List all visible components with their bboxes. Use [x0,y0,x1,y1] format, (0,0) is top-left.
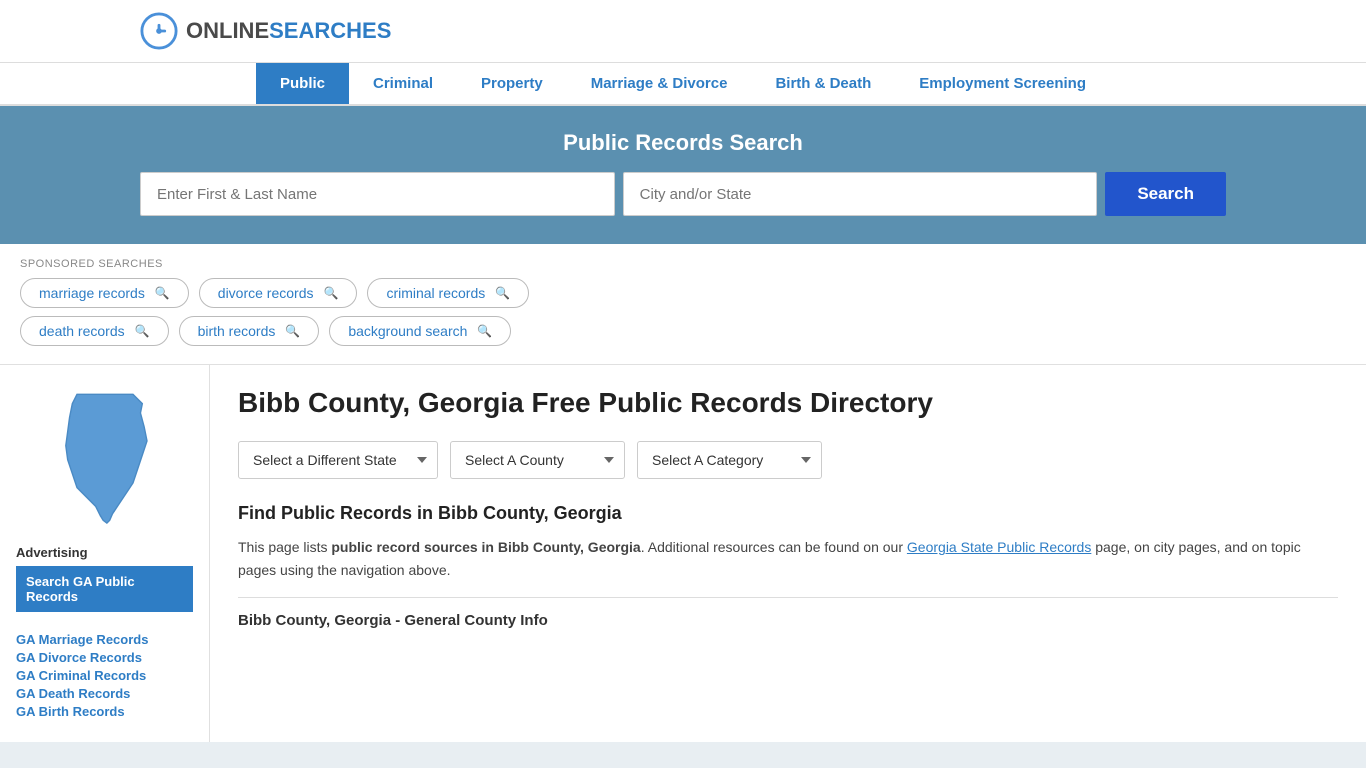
sidebar-link-death[interactable]: GA Death Records [16,686,193,701]
desc-part2: . Additional resources can be found on o… [641,539,907,555]
tag-death-records[interactable]: death records 🔍 [20,316,169,346]
nav-public[interactable]: Public [256,63,349,104]
search-banner-title: Public Records Search [140,130,1226,156]
main-nav: Public Criminal Property Marriage & Divo… [0,63,1366,106]
nav-birth-death[interactable]: Birth & Death [751,63,895,104]
site-header: ONLINESEARCHES [0,0,1366,63]
sponsored-tags-row2: death records 🔍 birth records 🔍 backgrou… [20,316,1346,346]
tag-divorce-records[interactable]: divorce records 🔍 [199,278,358,308]
search-icon: 🔍 [495,286,510,300]
sidebar-link-marriage[interactable]: GA Marriage Records [16,632,193,647]
sponsored-section: SPONSORED SEARCHES marriage records 🔍 di… [0,244,1366,365]
desc-part1: This page lists [238,539,331,555]
tag-background-search[interactable]: background search 🔍 [329,316,511,346]
category-dropdown[interactable]: Select A Category [637,441,822,479]
search-icon: 🔍 [135,324,150,338]
nav-marriage-divorce[interactable]: Marriage & Divorce [567,63,752,104]
find-title: Find Public Records in Bibb County, Geor… [238,503,1338,524]
county-dropdown[interactable]: Select A County [450,441,625,479]
state-dropdown[interactable]: Select a Different State [238,441,438,479]
content-area: Advertising Search GA Public Records GA … [0,365,1366,742]
tag-marriage-records[interactable]: marriage records 🔍 [20,278,189,308]
search-button[interactable]: Search [1105,172,1226,216]
sidebar-link-divorce[interactable]: GA Divorce Records [16,650,193,665]
search-icon: 🔍 [477,324,492,338]
sidebar: Advertising Search GA Public Records GA … [0,365,210,742]
logo-text: ONLINESEARCHES [186,18,391,44]
location-input[interactable] [623,172,1098,216]
nav-employment[interactable]: Employment Screening [895,63,1110,104]
search-icon: 🔍 [285,324,300,338]
search-form: Search [140,172,1226,216]
name-input[interactable] [140,172,615,216]
dropdowns: Select a Different State Select A County… [238,441,1338,479]
sidebar-link-criminal[interactable]: GA Criminal Records [16,668,193,683]
county-info-title: Bibb County, Georgia - General County In… [238,597,1338,629]
main-content: Bibb County, Georgia Free Public Records… [210,365,1366,742]
desc-link[interactable]: Georgia State Public Records [907,539,1091,555]
desc-bold: public record sources in Bibb County, Ge… [331,539,640,555]
search-banner: Public Records Search Search [0,106,1366,244]
georgia-map [45,385,165,525]
sidebar-ad-label: Advertising [16,545,193,560]
logo[interactable]: ONLINESEARCHES [140,12,391,50]
logo-icon [140,12,178,50]
nav-criminal[interactable]: Criminal [349,63,457,104]
page-title: Bibb County, Georgia Free Public Records… [238,385,1338,421]
find-description: This page lists public record sources in… [238,536,1338,581]
sidebar-ad-item[interactable]: Search GA Public Records [16,566,193,612]
sponsored-tags-row1: marriage records 🔍 divorce records 🔍 cri… [20,278,1346,308]
search-icon: 🔍 [323,286,338,300]
tag-birth-records[interactable]: birth records 🔍 [179,316,320,346]
sponsored-label: SPONSORED SEARCHES [20,258,1346,270]
tag-criminal-records[interactable]: criminal records 🔍 [367,278,529,308]
sidebar-link-birth[interactable]: GA Birth Records [16,704,193,719]
nav-property[interactable]: Property [457,63,567,104]
search-icon: 🔍 [155,286,170,300]
